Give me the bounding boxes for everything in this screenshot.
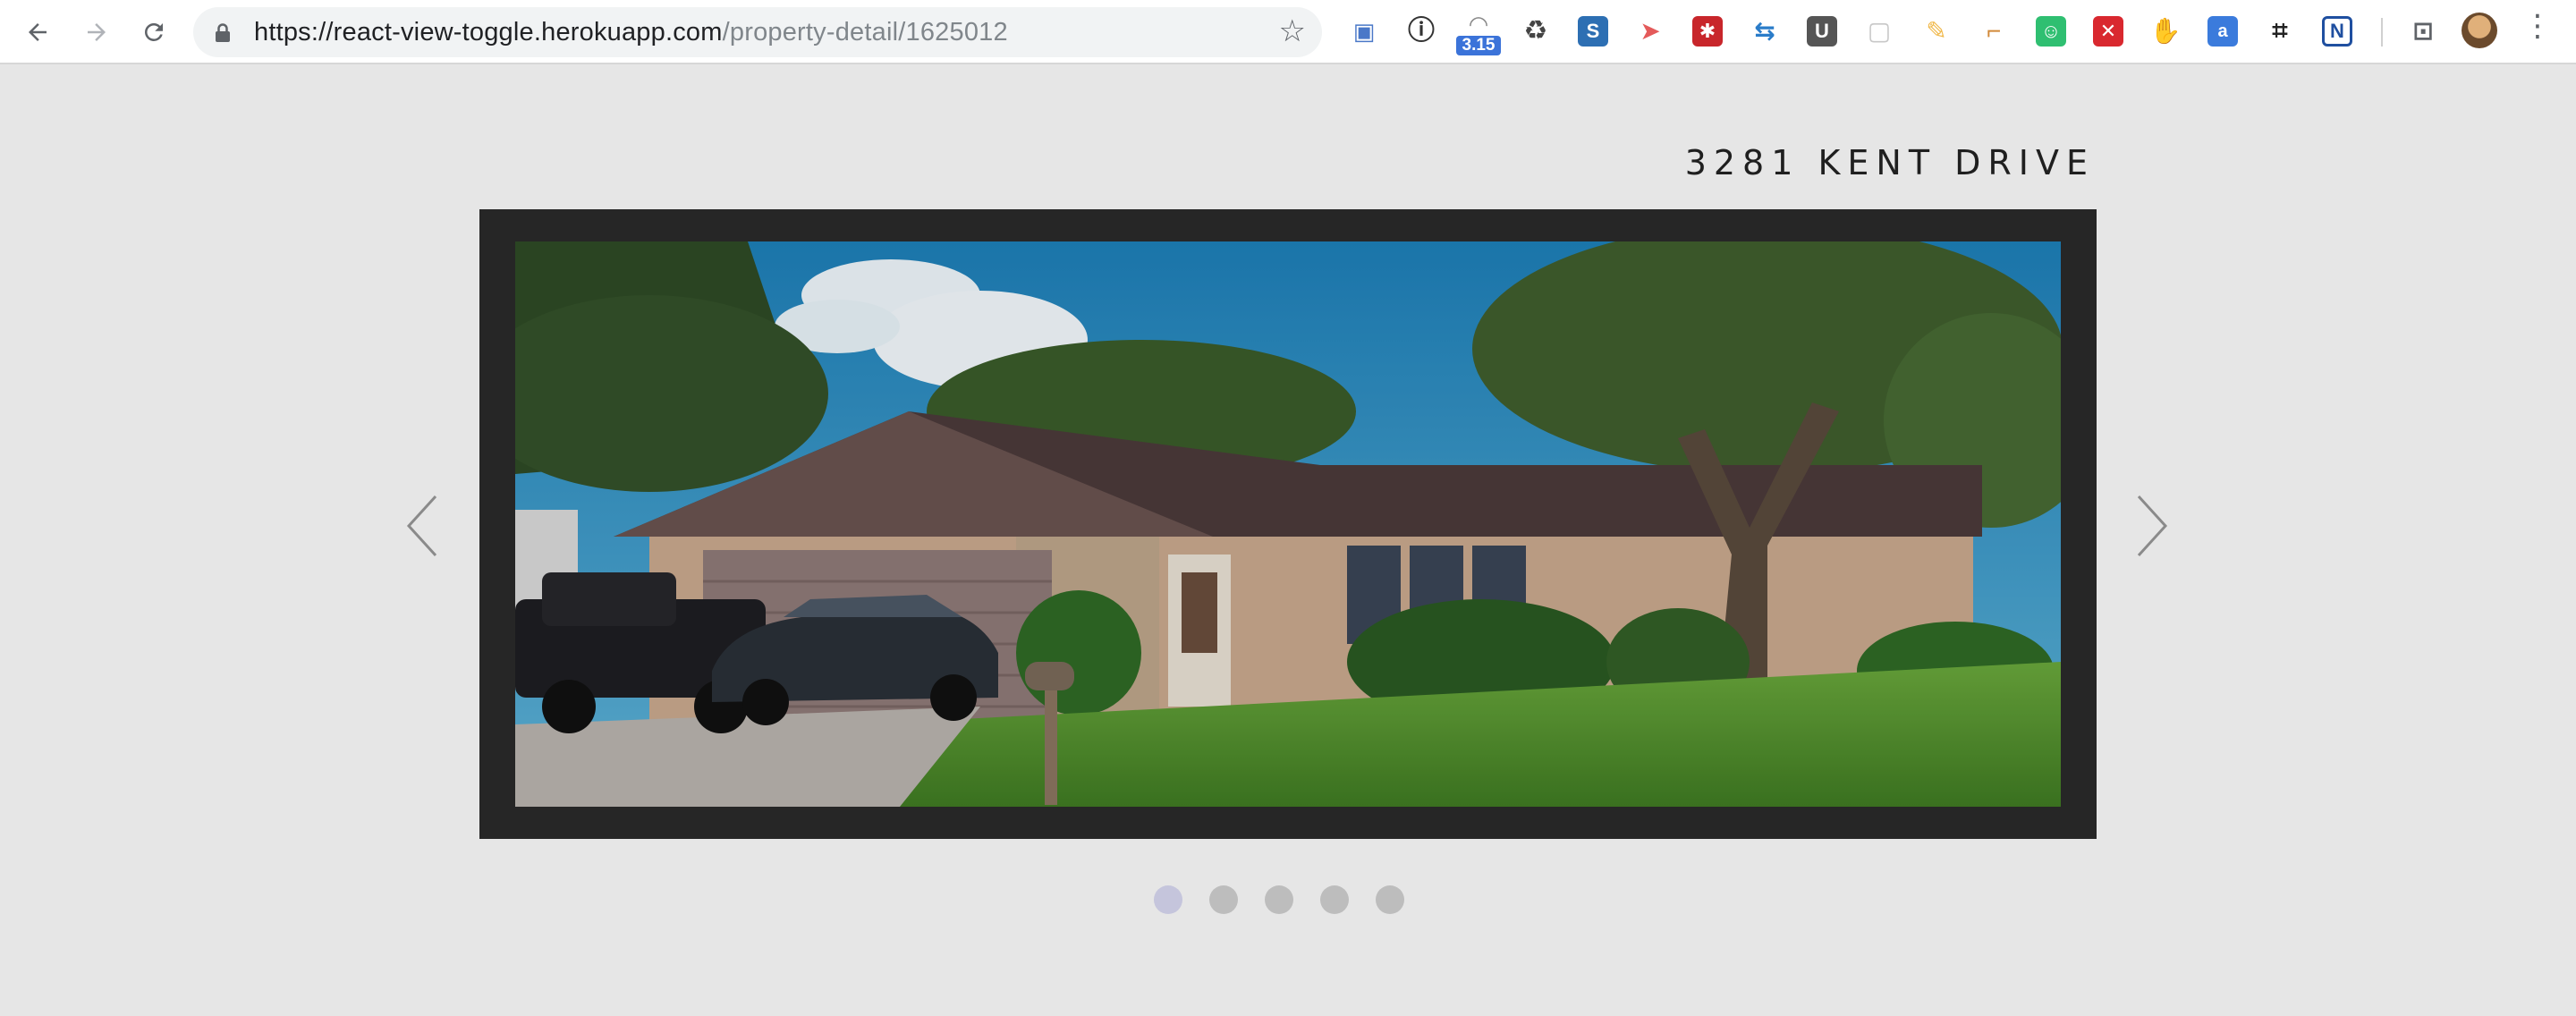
browser-toolbar: https://react-view-toggle.herokuapp.com/…: [0, 0, 2576, 64]
hand-icon[interactable]: ✋: [2150, 16, 2182, 47]
lock-icon: [215, 23, 231, 47]
address-bar[interactable]: https://react-view-toggle.herokuapp.com/…: [193, 7, 1322, 57]
forward-arrow-icon: [88, 23, 106, 41]
recycle-icon[interactable]: ♻: [1521, 16, 1551, 47]
chevron-right-icon: [2137, 495, 2168, 557]
carousel-dot-3[interactable]: [1265, 885, 1293, 914]
url-text: https://react-view-toggle.herokuapp.com/…: [254, 18, 1008, 47]
pencil-icon[interactable]: ✎: [1921, 16, 1952, 47]
cast-icon[interactable]: ⊡: [2408, 16, 2438, 47]
url-path: /property-detail/1625012: [722, 18, 1008, 47]
carousel-dot-1[interactable]: [1154, 885, 1182, 914]
reload-icon: [145, 23, 163, 41]
shield-icon[interactable]: ✕: [2093, 16, 2123, 47]
back-button[interactable]: [18, 13, 57, 52]
speedometer-icon[interactable]: ◠: [1463, 9, 1494, 39]
bookmark-star-icon[interactable]: ☆: [1279, 16, 1306, 47]
translate-icon[interactable]: a: [2207, 16, 2238, 47]
photo-carousel: [479, 209, 2097, 839]
extension-badge: 3.15: [1456, 36, 1501, 55]
puzzle-red-icon[interactable]: ✱: [1692, 16, 1723, 47]
toolbar-separator: [2381, 18, 2383, 47]
swap-arrows-icon[interactable]: ⇆: [1750, 16, 1780, 47]
reload-button[interactable]: [134, 13, 174, 52]
back-arrow-icon: [29, 23, 47, 41]
carousel-indicators: [1154, 885, 1404, 914]
chevron-left-icon: [406, 495, 437, 557]
url-host: https://react-view-toggle.herokuapp.com: [254, 18, 723, 47]
chat-icon[interactable]: ▢: [1864, 16, 1894, 47]
arrow-tag-icon[interactable]: ➤: [1635, 16, 1665, 47]
folder-icon[interactable]: ▣: [1349, 16, 1379, 47]
avatar[interactable]: [2462, 13, 2497, 48]
property-photo: [515, 241, 2061, 807]
u-logo-icon[interactable]: U: [1807, 16, 1837, 47]
info-icon[interactable]: ⓘ: [1406, 16, 1436, 47]
crop-icon[interactable]: ⌗: [2265, 16, 2295, 47]
smile-icon[interactable]: ☺: [2036, 16, 2066, 47]
carousel-next-button[interactable]: [2129, 490, 2174, 562]
browser-menu-icon[interactable]: ⋮: [2522, 11, 2553, 41]
n-logo-icon[interactable]: N: [2322, 16, 2352, 47]
carousel-dot-2[interactable]: [1209, 885, 1238, 914]
ruler-icon[interactable]: ⌐: [1979, 16, 2009, 47]
carousel-dot-4[interactable]: [1320, 885, 1349, 914]
forward-button[interactable]: [77, 13, 116, 52]
carousel-dot-5[interactable]: [1376, 885, 1404, 914]
s-logo-icon[interactable]: S: [1578, 16, 1608, 47]
property-address-title: 3281 KENT DRIVE: [1684, 143, 2095, 182]
carousel-prev-button[interactable]: [401, 490, 445, 562]
